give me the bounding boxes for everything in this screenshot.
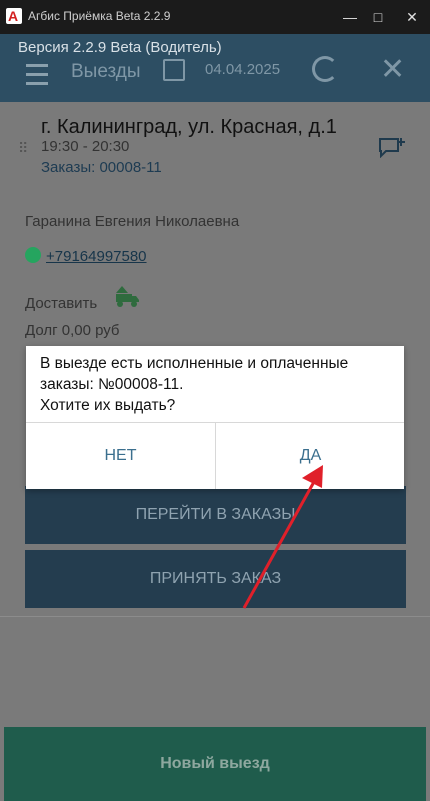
client-phone-link[interactable]: +79164997580 (46, 248, 147, 265)
accept-order-button[interactable]: ПРИНЯТЬ ЗАКАЗ (25, 550, 406, 608)
trip-orders[interactable]: Заказы: 00008-11 (41, 159, 162, 176)
date-label[interactable]: 04.04.2025 (205, 61, 280, 78)
refresh-icon[interactable] (312, 56, 338, 82)
add-comment-icon[interactable] (378, 136, 406, 158)
menu-icon[interactable] (26, 64, 48, 86)
window-close-button[interactable]: ✕ (392, 0, 430, 34)
dialog-message: В выезде есть исполненные и оплаченные з… (40, 355, 349, 414)
drag-handle-icon[interactable]: ⠿ (18, 140, 28, 157)
close-icon[interactable]: ✕ (380, 52, 405, 87)
divider (0, 616, 430, 617)
goto-orders-button[interactable]: ПЕРЕЙТИ В ЗАКАЗЫ (25, 486, 406, 544)
client-debt: Долг 0,00 руб (25, 322, 120, 339)
delivery-truck-icon (116, 286, 139, 307)
new-trip-button[interactable]: Новый выезд (4, 727, 426, 801)
window-title: Агбис Приёмка Beta 2.2.9 (28, 9, 171, 23)
dialog-yes-button[interactable]: ДА (216, 423, 405, 489)
trip-address: г. Калининград, ул. Красная, д.1 (41, 116, 337, 138)
version-label: Версия 2.2.9 Beta (Водитель) (18, 39, 222, 56)
calendar-icon[interactable] (163, 59, 185, 81)
page-title: Выезды (71, 61, 141, 82)
client-name: Гаранина Евгения Николаевна (25, 213, 240, 230)
confirm-dialog: В выезде есть исполненные и оплаченные з… (26, 346, 404, 489)
whatsapp-icon[interactable] (25, 247, 41, 263)
app-header: Версия 2.2.9 Beta (Водитель) Выезды 04.0… (0, 34, 430, 102)
window-titlebar: A Агбис Приёмка Beta 2.2.9 — □ ✕ (0, 0, 430, 34)
trip-action-label: Доставить (25, 295, 98, 312)
app-logo-icon: A (6, 8, 22, 24)
dialog-no-button[interactable]: НЕТ (26, 423, 215, 489)
trip-time: 19:30 - 20:30 (41, 138, 130, 155)
